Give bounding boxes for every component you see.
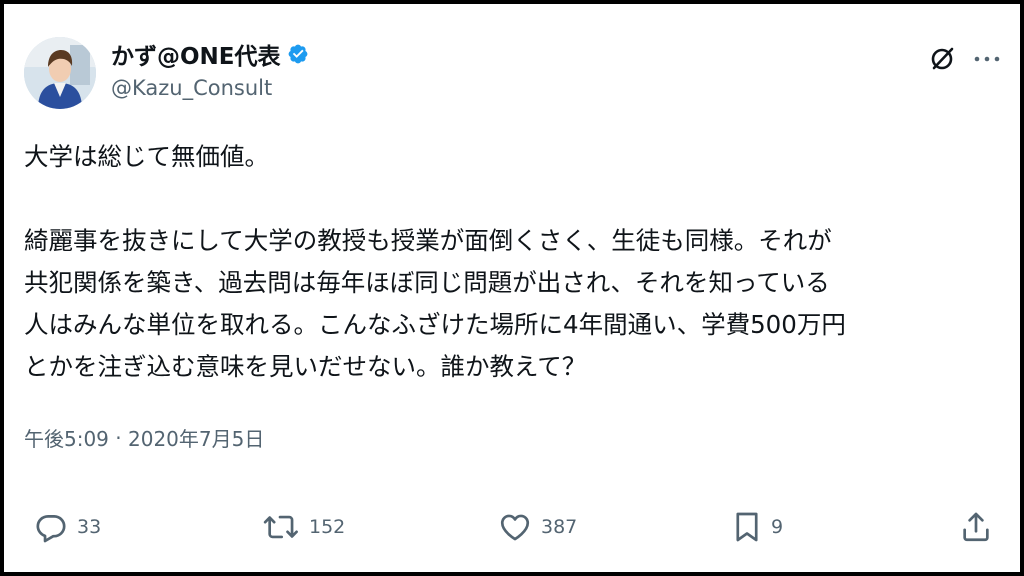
- grok-icon: [927, 44, 957, 74]
- retweet-button[interactable]: 152: [262, 504, 345, 550]
- share-icon: [959, 510, 993, 544]
- tweet-date[interactable]: 2020年7月5日: [128, 423, 264, 452]
- bookmark-icon: [732, 510, 762, 544]
- reply-icon: [34, 510, 68, 544]
- author-display-name[interactable]: かず@ONE代表: [111, 37, 281, 71]
- tweet-time[interactable]: 午後5:09: [24, 423, 109, 452]
- author-name-row: かず@ONE代表: [111, 38, 309, 70]
- verified-badge-icon: [287, 43, 309, 65]
- tweet-text-line: 綺麗事を抜きにして大学の教授も授業が面倒くさく、生徒も同様。それが: [24, 226, 832, 255]
- tweet-timestamp[interactable]: 午後5:09 · 2020年7月5日: [24, 423, 264, 452]
- avatar-image: [24, 37, 96, 109]
- retweet-count: 152: [309, 516, 346, 538]
- action-bar: 33 152 387 9: [4, 504, 1020, 550]
- timestamp-separator: ·: [108, 425, 128, 450]
- like-icon: [498, 510, 532, 544]
- retweet-icon: [262, 510, 300, 544]
- avatar[interactable]: [24, 37, 96, 109]
- bookmark-button[interactable]: 9: [732, 504, 783, 550]
- like-count: 387: [541, 516, 578, 538]
- bookmark-count: 9: [771, 516, 784, 538]
- tweet-text-line: 人はみんな単位を取れる。こんなふざけた場所に4年間通い、学費500万円: [24, 310, 846, 339]
- tweet-body: 大学は総じて無価値。 綺麗事を抜きにして大学の教授も授業が面倒くさく、生徒も同様…: [24, 136, 1009, 388]
- divider: [24, 472, 1009, 473]
- more-options-button[interactable]: [967, 44, 1007, 74]
- grok-button[interactable]: [925, 42, 959, 76]
- share-button[interactable]: [959, 504, 993, 550]
- tweet-text-line: とかを注ぎ込む意味を見いだせない。誰か教えて？: [24, 352, 587, 381]
- author-handle[interactable]: @Kazu_Consult: [111, 76, 272, 100]
- tweet-text-line: 大学は総じて無価値。: [24, 142, 269, 171]
- reply-button[interactable]: 33: [34, 504, 101, 550]
- like-button[interactable]: 387: [498, 504, 577, 550]
- tweet-card: かず@ONE代表 @Kazu_Consult 大学は総じて無価値。 綺麗事を抜き…: [0, 0, 1024, 576]
- more-icon: [972, 54, 1002, 64]
- reply-count: 33: [77, 516, 102, 538]
- tweet-text-line: 共犯関係を築き、過去問は毎年ほぼ同じ問題が出され、それを知っている: [24, 268, 830, 297]
